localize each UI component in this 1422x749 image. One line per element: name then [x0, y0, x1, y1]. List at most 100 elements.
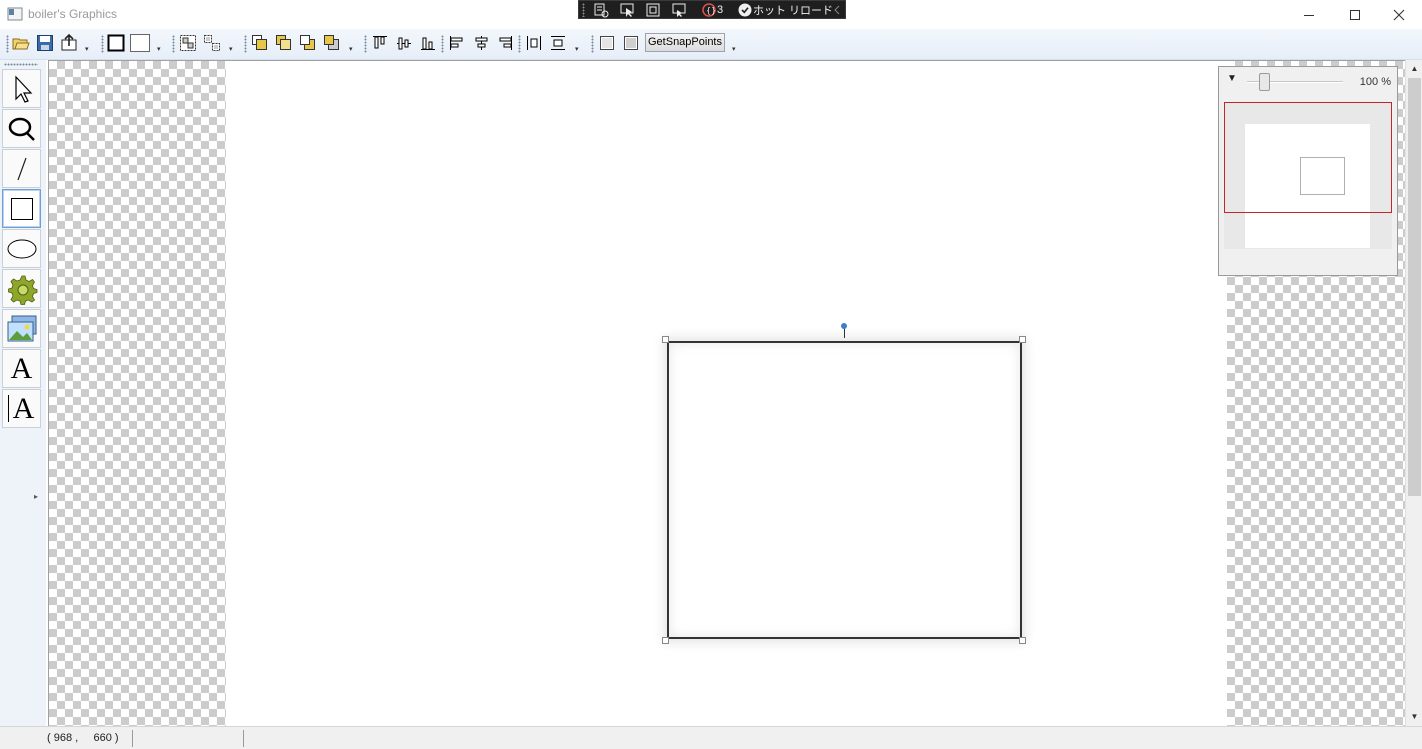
- grid-view-button[interactable]: [621, 33, 641, 53]
- palette-overflow-dropdown[interactable]: ▸: [34, 492, 38, 501]
- navigator-viewport-frame[interactable]: [1224, 102, 1392, 213]
- group-icon: [180, 35, 196, 51]
- toolbar-grip[interactable]: [101, 35, 104, 53]
- scroll-up-arrow-icon[interactable]: ▲: [1408, 62, 1421, 76]
- resize-handle-top-right[interactable]: [1019, 336, 1026, 343]
- collapse-debug-toolbar-button[interactable]: [833, 2, 841, 18]
- navigator-preview[interactable]: [1224, 102, 1392, 249]
- minimize-button[interactable]: [1286, 0, 1332, 29]
- track-focus-button[interactable]: [671, 2, 687, 18]
- send-backward-icon: [300, 35, 315, 50]
- resize-handle-bottom-left[interactable]: [662, 637, 669, 644]
- rectangle-tool[interactable]: [2, 189, 41, 228]
- toolbar-grip[interactable]: [6, 35, 9, 53]
- close-icon: [1393, 9, 1405, 20]
- send-to-back-button[interactable]: [322, 33, 342, 53]
- resize-handle-top-left[interactable]: [662, 336, 669, 343]
- page-view-button[interactable]: [597, 33, 617, 53]
- align-top-icon: [373, 36, 387, 49]
- open-file-icon: [12, 38, 30, 50]
- save-file-icon: [37, 35, 53, 51]
- rectangle-icon: [10, 197, 33, 220]
- file-overflow-dropdown[interactable]: ▾: [85, 46, 92, 54]
- ungroup-button[interactable]: [202, 33, 222, 53]
- align-middle-button[interactable]: [394, 33, 414, 53]
- tool-palette: A A ▸: [0, 60, 46, 749]
- image-tool[interactable]: [2, 309, 41, 348]
- binding-failures-button[interactable]: {}: [701, 2, 717, 18]
- align-left-button[interactable]: [447, 33, 467, 53]
- get-snap-points-button[interactable]: GetSnapPoints: [645, 33, 725, 52]
- scrollbar-thumb[interactable]: [1408, 78, 1421, 496]
- palette-grip[interactable]: [4, 63, 38, 66]
- track-focus-icon: [672, 3, 686, 17]
- fill-style-icon: [130, 34, 150, 52]
- group-button[interactable]: [178, 33, 198, 53]
- group-overflow-dropdown[interactable]: ▾: [229, 46, 236, 54]
- status-bar: ( 968 , 660 ): [0, 726, 1422, 749]
- rotation-handle[interactable]: [841, 323, 847, 329]
- align-top-button[interactable]: [370, 33, 390, 53]
- grid-view-icon: [624, 36, 638, 50]
- send-to-back-icon: [324, 35, 339, 50]
- scroll-down-arrow-icon[interactable]: ▼: [1408, 710, 1421, 724]
- distribute-horizontal-button[interactable]: [524, 33, 544, 53]
- hot-reload-button[interactable]: ホット リロード: [737, 2, 833, 18]
- textbox-cursor-icon: [8, 395, 9, 422]
- text-tool[interactable]: A: [2, 349, 41, 388]
- view-overflow-dropdown[interactable]: ▾: [732, 46, 739, 54]
- style-overflow-dropdown[interactable]: ▾: [157, 46, 164, 54]
- gear-icon: [7, 275, 37, 305]
- align-center-button[interactable]: [471, 33, 491, 53]
- vertical-scrollbar[interactable]: ▲ ▼: [1405, 60, 1422, 726]
- distribute-horizontal-icon: [527, 36, 541, 50]
- zoom-percentage: 100 %: [1359, 76, 1391, 88]
- bring-to-front-button[interactable]: [250, 33, 270, 53]
- align-overflow-dropdown[interactable]: ▾: [575, 46, 582, 54]
- layout-adorners-button[interactable]: [645, 2, 661, 18]
- settings-tool[interactable]: [2, 269, 41, 308]
- toolbar-grip[interactable]: [244, 35, 247, 53]
- ellipse-icon: [7, 239, 36, 258]
- arrow-cursor-icon: [14, 74, 32, 103]
- toolbar-grip[interactable]: [172, 35, 175, 53]
- stroke-style-button[interactable]: [106, 33, 126, 53]
- open-file-button[interactable]: [11, 33, 31, 53]
- xaml-debug-toolbar: {} 3 ホット リロード: [578, 0, 846, 19]
- pointer-tool[interactable]: [2, 69, 41, 108]
- maximize-button[interactable]: [1332, 0, 1378, 29]
- textbox-tool-label: A: [12, 391, 35, 425]
- close-button[interactable]: [1376, 0, 1422, 29]
- send-backward-button[interactable]: [298, 33, 318, 53]
- toolbar-grip[interactable]: [364, 35, 367, 53]
- live-visual-tree-icon: [594, 3, 609, 18]
- live-visual-tree-button[interactable]: [593, 2, 609, 18]
- bring-forward-button[interactable]: [274, 33, 294, 53]
- textbox-tool[interactable]: A: [2, 389, 41, 428]
- select-element-icon: [620, 3, 634, 17]
- rectangle-shape[interactable]: [667, 341, 1022, 639]
- zoom-tool[interactable]: [2, 109, 41, 148]
- ellipse-tool[interactable]: [2, 229, 41, 268]
- order-overflow-dropdown[interactable]: ▾: [349, 46, 356, 54]
- select-element-button[interactable]: [619, 2, 635, 18]
- line-tool[interactable]: [2, 149, 41, 188]
- export-icon: [61, 34, 77, 51]
- navigator-dropdown[interactable]: ▼: [1227, 73, 1237, 84]
- distribute-vertical-button[interactable]: [548, 33, 568, 53]
- canvas-background-left: [49, 61, 226, 726]
- debug-toolbar-grip[interactable]: [582, 3, 585, 17]
- fill-style-button[interactable]: [130, 33, 150, 53]
- line-icon: [16, 157, 27, 180]
- save-file-button[interactable]: [35, 33, 55, 53]
- distribute-vertical-icon: [551, 36, 565, 50]
- align-bottom-button[interactable]: [418, 33, 438, 53]
- export-button[interactable]: [59, 33, 79, 53]
- status-separator: [132, 730, 133, 747]
- toolbar-grip[interactable]: [591, 35, 594, 53]
- ungroup-icon: [204, 35, 220, 51]
- zoom-slider-thumb[interactable]: [1259, 73, 1270, 91]
- resize-handle-bottom-right[interactable]: [1019, 637, 1026, 644]
- align-right-button[interactable]: [495, 33, 515, 53]
- drawing-canvas[interactable]: ▼ 100 %: [48, 60, 1405, 726]
